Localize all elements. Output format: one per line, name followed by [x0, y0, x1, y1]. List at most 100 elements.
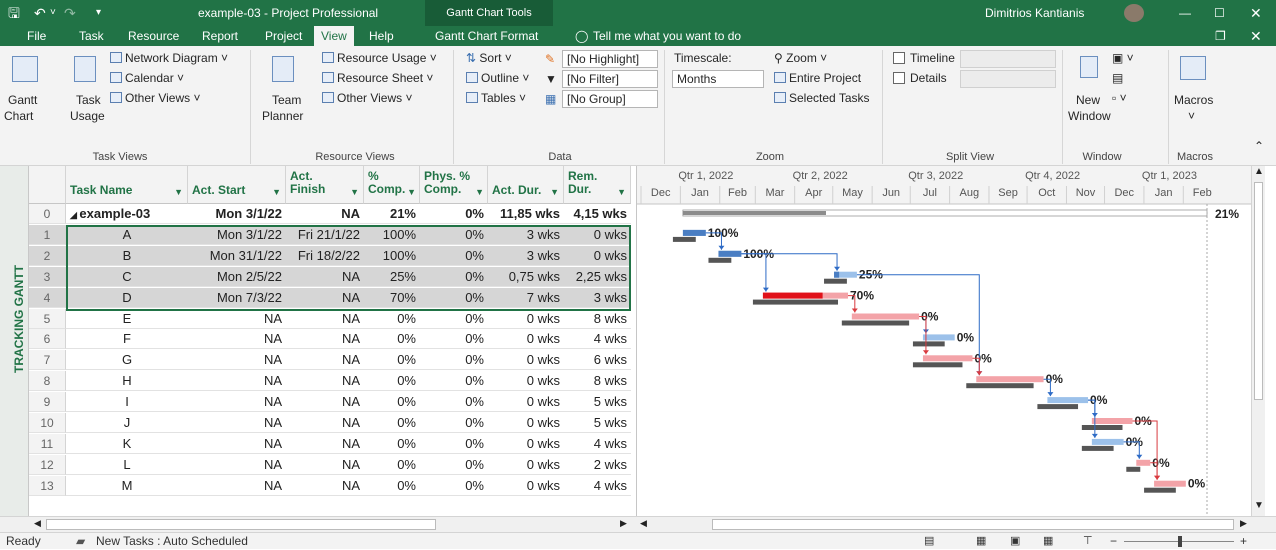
cell-task-name[interactable]: M: [66, 476, 188, 496]
cell-act-start[interactable]: Mon 31/1/22: [188, 245, 286, 266]
baseline-bar[interactable]: [1144, 487, 1176, 493]
cell-act-start[interactable]: NA: [188, 476, 286, 496]
cell-percent-complete[interactable]: 0%: [364, 309, 420, 329]
cell-physical-percent-complete[interactable]: 0%: [420, 350, 488, 371]
cell-rem-dur[interactable]: 6 wks: [564, 350, 631, 371]
cell-physical-percent-complete[interactable]: 0%: [420, 476, 488, 496]
tab-gantt-chart-format[interactable]: Gantt Chart Format: [428, 26, 545, 46]
timescale-dropdown[interactable]: Months: [672, 70, 764, 88]
cell-percent-complete[interactable]: 70%: [364, 287, 420, 308]
baseline-bar[interactable]: [1126, 466, 1141, 472]
cell-percent-complete[interactable]: 0%: [364, 329, 420, 350]
task-usage-button[interactable]: Task: [76, 92, 101, 108]
cell-percent-complete[interactable]: 21%: [364, 204, 420, 224]
cell-percent-complete[interactable]: 0%: [364, 476, 420, 496]
zoom-out-icon[interactable]: −: [1110, 533, 1117, 550]
column-filter-icon[interactable]: ▼: [617, 186, 626, 199]
vertical-scroll-thumb[interactable]: [1254, 182, 1263, 400]
cell-task-name[interactable]: G: [66, 350, 188, 371]
baseline-bar[interactable]: [1081, 445, 1114, 451]
cell-rem-dur[interactable]: 4,15 wks: [564, 204, 631, 224]
row-number[interactable]: 10: [29, 413, 66, 433]
cell-act-start[interactable]: Mon 7/3/22: [188, 287, 286, 308]
cell-act-dur[interactable]: 0 wks: [488, 476, 564, 496]
task-bar[interactable]: [976, 376, 1044, 383]
cell-act-dur[interactable]: 0 wks: [488, 309, 564, 329]
cell-rem-dur[interactable]: 5 wks: [564, 413, 631, 433]
baseline-bar[interactable]: [752, 299, 839, 305]
cell-act-finish[interactable]: NA: [286, 266, 364, 287]
cell-rem-dur[interactable]: 4 wks: [564, 434, 631, 454]
task-bar[interactable]: [922, 334, 955, 341]
entire-project-button[interactable]: Entire Project: [774, 70, 861, 86]
gantt-chart-icon[interactable]: [12, 56, 38, 82]
cell-percent-complete[interactable]: 0%: [364, 434, 420, 454]
resource-sheet-button[interactable]: Resource Sheet ˅: [322, 70, 433, 86]
column-filter-icon[interactable]: ▼: [174, 186, 183, 199]
cell-act-dur[interactable]: 0 wks: [488, 455, 564, 475]
cell-percent-complete[interactable]: 25%: [364, 266, 420, 287]
filter-dropdown[interactable]: [No Filter]: [562, 70, 658, 88]
cell-rem-dur[interactable]: 5 wks: [564, 392, 631, 413]
vertical-scrollbar[interactable]: ▲ ▼: [1251, 166, 1265, 516]
calendar-button[interactable]: Calendar ˅: [110, 70, 184, 86]
task-progress-bar[interactable]: [834, 271, 840, 278]
task-bar[interactable]: [922, 355, 973, 362]
tell-me-box[interactable]: Tell me what you want to do: [586, 26, 748, 46]
row-number[interactable]: 0: [29, 204, 66, 224]
cell-act-finish[interactable]: Fri 18/2/22: [286, 245, 364, 266]
undo-icon[interactable]: ↶: [34, 0, 46, 26]
cell-act-dur[interactable]: 0 wks: [488, 434, 564, 454]
select-all-corner[interactable]: [29, 166, 66, 204]
grid-horizontal-scroll-thumb[interactable]: [46, 519, 436, 530]
column-header-task-name[interactable]: Task Name ▼: [66, 166, 188, 204]
cell-act-start[interactable]: NA: [188, 434, 286, 454]
column-filter-icon[interactable]: ▼: [475, 186, 484, 199]
cell-act-start[interactable]: NA: [188, 413, 286, 433]
cell-task-name[interactable]: D: [66, 287, 188, 308]
cell-rem-dur[interactable]: 0 wks: [564, 245, 631, 266]
cell-rem-dur[interactable]: 2,25 wks: [564, 266, 631, 287]
row-number[interactable]: 4: [29, 287, 66, 308]
resource-usage-button[interactable]: Resource Usage ˅: [322, 50, 437, 66]
cell-task-name[interactable]: J: [66, 413, 188, 433]
baseline-bar[interactable]: [1081, 425, 1123, 430]
cell-task-name[interactable]: A: [66, 224, 188, 245]
baseline-bar[interactable]: [966, 383, 1034, 389]
team-planner-button-label[interactable]: Planner: [262, 108, 303, 124]
cell-task-name[interactable]: I: [66, 392, 188, 413]
cell-act-finish[interactable]: NA: [286, 287, 364, 308]
chart-horizontal-scroll-thumb[interactable]: [712, 519, 1234, 530]
cell-act-dur[interactable]: 0 wks: [488, 350, 564, 371]
cell-physical-percent-complete[interactable]: 0%: [420, 413, 488, 433]
cell-act-finish[interactable]: NA: [286, 413, 364, 433]
gantt-chart-button[interactable]: Gantt: [8, 92, 37, 108]
row-number[interactable]: 7: [29, 350, 66, 371]
timeline-checkbox[interactable]: [893, 52, 905, 64]
restore-window-icon[interactable]: ❐: [1208, 26, 1233, 46]
cell-act-finish[interactable]: NA: [286, 476, 364, 496]
row-number[interactable]: 5: [29, 308, 66, 329]
network-diagram-button[interactable]: Network Diagram ˅: [110, 50, 228, 66]
column-filter-icon[interactable]: ▼: [550, 186, 559, 199]
cell-task-name[interactable]: E: [66, 309, 188, 329]
cell-act-start[interactable]: NA: [188, 309, 286, 329]
cell-physical-percent-complete[interactable]: 0%: [420, 309, 488, 329]
zoom-button[interactable]: ⚲ Zoom ˅: [774, 50, 827, 66]
row-number[interactable]: 6: [29, 329, 66, 350]
details-checkbox[interactable]: [893, 72, 905, 84]
grid-scroll-left-icon[interactable]: ◀: [34, 518, 41, 529]
cell-rem-dur[interactable]: 8 wks: [564, 371, 631, 392]
highlight-dropdown[interactable]: [No Highlight]: [562, 50, 658, 68]
task-bar[interactable]: [1136, 459, 1151, 466]
cell-rem-dur[interactable]: 4 wks: [564, 329, 631, 350]
resource-other-views-button[interactable]: Other Views ˅: [322, 90, 412, 106]
cell-rem-dur[interactable]: 0 wks: [564, 224, 631, 245]
column-filter-icon[interactable]: ▼: [407, 186, 416, 199]
row-number[interactable]: 3: [29, 266, 66, 287]
cell-act-dur[interactable]: 7 wks: [488, 287, 564, 308]
sort-button[interactable]: ⇅ Sort ˅: [466, 50, 512, 66]
tab-report[interactable]: Report: [195, 26, 245, 46]
summary-progress-bar[interactable]: [682, 211, 826, 215]
user-name[interactable]: Dimitrios Kantianis: [985, 0, 1084, 26]
